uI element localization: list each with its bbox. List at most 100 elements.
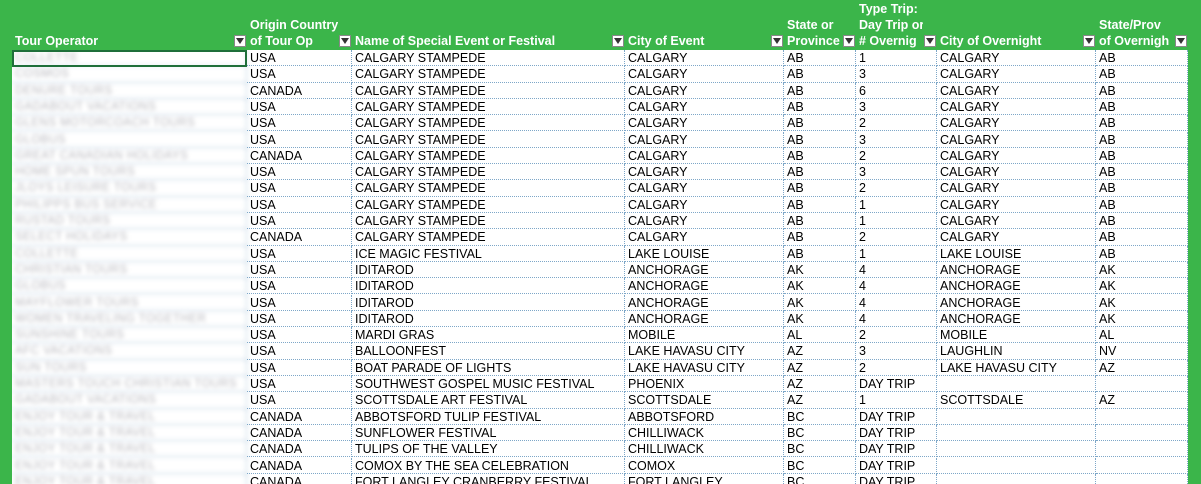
cell-event-name[interactable]: CALGARY STAMPEDE	[352, 82, 625, 99]
cell-type-trip[interactable]: 1	[856, 50, 937, 67]
cell-state-or-province[interactable]: AB	[784, 180, 856, 197]
cell-type-trip[interactable]: 2	[856, 180, 937, 197]
cell-origin-country[interactable]: USA	[247, 310, 352, 328]
cell-state-or-province[interactable]: AZ	[784, 359, 856, 376]
cell-city-of-event[interactable]: CALGARY	[625, 131, 784, 148]
cell-event-name[interactable]: FORT LANGLEY CRANBERRY FESTIVAL	[352, 473, 625, 484]
cell-city-of-overnight[interactable]	[937, 376, 1096, 393]
cell-tour-operator[interactable]: COSMOS	[12, 66, 247, 83]
cell-city-of-overnight[interactable]: CALGARY	[937, 131, 1096, 148]
cell-state-prov-overnight[interactable]: AB	[1096, 147, 1188, 165]
cell-origin-country[interactable]: USA	[247, 66, 352, 83]
cell-event-name[interactable]: CALGARY STAMPEDE	[352, 229, 625, 246]
cell-tour-operator[interactable]: ENJOY TOUR & TRAVEL	[12, 441, 247, 458]
cell-origin-country[interactable]: USA	[247, 196, 352, 213]
cell-state-or-province[interactable]: BC	[784, 473, 856, 484]
cell-city-of-overnight[interactable]: CALGARY	[937, 213, 1096, 230]
cell-tour-operator[interactable]: SUN TOURS	[12, 359, 247, 376]
cell-state-prov-overnight[interactable]: AK	[1096, 278, 1188, 295]
cell-origin-country[interactable]: CANADA	[247, 473, 352, 484]
cell-tour-operator[interactable]: PHILIPPS BUS SERVICE	[12, 196, 247, 213]
cell-city-of-event[interactable]: ANCHORAGE	[625, 310, 784, 328]
cell-origin-country[interactable]: CANADA	[247, 408, 352, 425]
cell-type-trip[interactable]: 4	[856, 310, 937, 328]
cell-city-of-event[interactable]: CALGARY	[625, 180, 784, 197]
cell-event-name[interactable]: ABBOTSFORD TULIP FESTIVAL	[352, 408, 625, 425]
cell-event-name[interactable]: CALGARY STAMPEDE	[352, 147, 625, 165]
cell-city-of-event[interactable]: CALGARY	[625, 115, 784, 132]
cell-city-of-overnight[interactable]: MOBILE	[937, 327, 1096, 344]
cell-city-of-overnight[interactable]: ANCHORAGE	[937, 310, 1096, 328]
cell-origin-country[interactable]: USA	[247, 98, 352, 116]
cell-type-trip[interactable]: DAY TRIP	[856, 424, 937, 442]
cell-tour-operator[interactable]: GADABOUT VACATIONS	[12, 98, 247, 116]
cell-type-trip[interactable]: 2	[856, 115, 937, 132]
cell-type-trip[interactable]: 2	[856, 147, 937, 165]
cell-city-of-overnight[interactable]: CALGARY	[937, 98, 1096, 116]
cell-city-of-overnight[interactable]: SCOTTSDALE	[937, 392, 1096, 409]
cell-tour-operator[interactable]: SELECT HOLIDAYS	[12, 229, 247, 246]
cell-state-prov-overnight[interactable]: AB	[1096, 196, 1188, 213]
cell-tour-operator[interactable]: RUSTAD TOURS	[12, 213, 247, 230]
cell-state-prov-overnight[interactable]: AB	[1096, 66, 1188, 83]
cell-origin-country[interactable]: USA	[247, 343, 352, 360]
cell-state-or-province[interactable]: AB	[784, 82, 856, 99]
cell-tour-operator[interactable]: ENJOY TOUR & TRAVEL	[12, 408, 247, 425]
cell-type-trip[interactable]: 2	[856, 327, 937, 344]
cell-tour-operator[interactable]: GLENS MOTORCOACH TOURS	[12, 115, 247, 132]
cell-state-prov-overnight[interactable]: AB	[1096, 213, 1188, 230]
cell-tour-operator[interactable]: GADABOUT VACATIONS	[12, 392, 247, 409]
cell-origin-country[interactable]: CANADA	[247, 424, 352, 442]
cell-city-of-event[interactable]: CALGARY	[625, 82, 784, 99]
cell-state-or-province[interactable]: BC	[784, 424, 856, 442]
cell-tour-operator[interactable]: COLLETTE	[12, 50, 247, 67]
cell-city-of-overnight[interactable]	[937, 441, 1096, 458]
cell-city-of-overnight[interactable]: ANCHORAGE	[937, 261, 1096, 279]
cell-tour-operator[interactable]: GLOBUS	[12, 278, 247, 295]
filter-dropdown-button[interactable]	[843, 35, 855, 47]
filter-dropdown-button[interactable]	[339, 35, 351, 47]
cell-state-prov-overnight[interactable]	[1096, 408, 1188, 425]
cell-state-prov-overnight[interactable]: AL	[1096, 327, 1188, 344]
cell-state-or-province[interactable]: AL	[784, 327, 856, 344]
cell-state-or-province[interactable]: AZ	[784, 392, 856, 409]
cell-origin-country[interactable]: USA	[247, 50, 352, 67]
cell-city-of-event[interactable]: CALGARY	[625, 196, 784, 213]
cell-event-name[interactable]: IDITAROD	[352, 278, 625, 295]
cell-type-trip[interactable]: 4	[856, 261, 937, 279]
cell-state-or-province[interactable]: AB	[784, 98, 856, 116]
cell-type-trip[interactable]: DAY TRIP	[856, 441, 937, 458]
cell-state-or-province[interactable]: AB	[784, 196, 856, 213]
cell-city-of-overnight[interactable]: CALGARY	[937, 180, 1096, 197]
cell-tour-operator[interactable]: GLOBUS	[12, 131, 247, 148]
cell-state-prov-overnight[interactable]: AB	[1096, 98, 1188, 116]
cell-origin-country[interactable]: USA	[247, 164, 352, 181]
cell-city-of-overnight[interactable]	[937, 457, 1096, 474]
cell-origin-country[interactable]: USA	[247, 245, 352, 262]
cell-event-name[interactable]: MARDI GRAS	[352, 327, 625, 344]
cell-city-of-overnight[interactable]	[937, 408, 1096, 425]
cell-event-name[interactable]: COMOX BY THE SEA CELEBRATION	[352, 457, 625, 474]
cell-origin-country[interactable]: USA	[247, 327, 352, 344]
cell-city-of-event[interactable]: LAKE HAVASU CITY	[625, 359, 784, 376]
cell-state-prov-overnight[interactable]: AK	[1096, 310, 1188, 328]
cell-city-of-event[interactable]: ABBOTSFORD	[625, 408, 784, 425]
cell-origin-country[interactable]: CANADA	[247, 229, 352, 246]
cell-city-of-overnight[interactable]: CALGARY	[937, 115, 1096, 132]
cell-state-prov-overnight[interactable]: AZ	[1096, 359, 1188, 376]
cell-city-of-event[interactable]: CALGARY	[625, 66, 784, 83]
cell-city-of-event[interactable]: LAKE HAVASU CITY	[625, 343, 784, 360]
cell-type-trip[interactable]: 3	[856, 164, 937, 181]
cell-city-of-event[interactable]: CHILLIWACK	[625, 441, 784, 458]
filter-dropdown-button[interactable]	[612, 35, 624, 47]
cell-event-name[interactable]: ICE MAGIC FESTIVAL	[352, 245, 625, 262]
cell-event-name[interactable]: CALGARY STAMPEDE	[352, 164, 625, 181]
cell-state-or-province[interactable]: AK	[784, 310, 856, 328]
cell-origin-country[interactable]: USA	[247, 115, 352, 132]
cell-type-trip[interactable]: 2	[856, 359, 937, 376]
cell-city-of-event[interactable]: CALGARY	[625, 229, 784, 246]
cell-type-trip[interactable]: 2	[856, 229, 937, 246]
cell-state-prov-overnight[interactable]	[1096, 473, 1188, 484]
cell-type-trip[interactable]: 6	[856, 82, 937, 99]
cell-state-prov-overnight[interactable]: AB	[1096, 245, 1188, 262]
